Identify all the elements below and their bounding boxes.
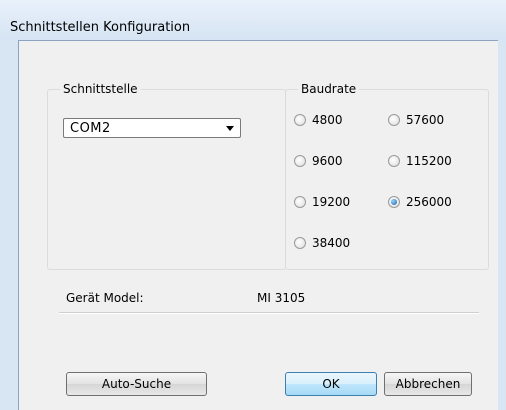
baudrate-radio-256000[interactable]: 256000 <box>388 194 452 210</box>
baudrate-radio-57600[interactable]: 57600 <box>388 112 444 128</box>
radio-button-icon[interactable] <box>388 114 400 126</box>
baudrate-radio-label: 4800 <box>312 113 343 127</box>
radio-button-icon[interactable] <box>294 114 306 126</box>
title-bar[interactable]: Schnittstellen Konfiguration <box>0 0 506 40</box>
interface-group-legend: Schnittstelle <box>60 82 141 96</box>
baudrate-radio-label: 256000 <box>406 195 452 209</box>
baudrate-radio-label: 19200 <box>312 195 351 209</box>
radio-button-icon[interactable] <box>294 196 306 208</box>
radio-button-icon[interactable] <box>388 155 400 167</box>
dialog-window: Schnittstellen Konfiguration Schnittstel… <box>0 0 506 410</box>
baudrate-group-legend: Baudrate <box>298 82 360 96</box>
auto-search-button[interactable]: Auto-Suche <box>66 372 207 396</box>
baudrate-radio-label: 9600 <box>312 154 343 168</box>
ok-button[interactable]: OK <box>285 372 377 396</box>
window-title: Schnittstellen Konfiguration <box>10 20 191 35</box>
device-model-label: Gerät Model: <box>66 291 144 305</box>
radio-button-checked-icon[interactable] <box>388 196 400 208</box>
baudrate-radio-label: 57600 <box>406 113 445 127</box>
baudrate-radio-9600[interactable]: 9600 <box>294 153 343 169</box>
radio-button-icon[interactable] <box>294 237 306 249</box>
baudrate-radio-115200[interactable]: 115200 <box>388 153 452 169</box>
chevron-down-icon[interactable] <box>226 126 234 131</box>
interface-group: Schnittstelle COM2 <box>47 82 286 270</box>
port-combobox-value: COM2 <box>70 121 111 136</box>
dialog-client-area: Schnittstelle COM2 Baudrate 4800 57600 9… <box>18 40 498 410</box>
separator-line <box>59 312 479 314</box>
baudrate-radio-label: 38400 <box>312 236 351 250</box>
port-combobox[interactable]: COM2 <box>63 118 241 138</box>
baudrate-radio-label: 115200 <box>406 154 452 168</box>
baudrate-group: Baudrate 4800 57600 9600 115200 19200 25… <box>285 82 489 270</box>
baudrate-radio-4800[interactable]: 4800 <box>294 112 343 128</box>
cancel-button[interactable]: Abbrechen <box>384 372 472 396</box>
device-model-value: MI 3105 <box>257 291 306 305</box>
radio-button-icon[interactable] <box>294 155 306 167</box>
baudrate-radio-38400[interactable]: 38400 <box>294 235 350 251</box>
baudrate-radio-19200[interactable]: 19200 <box>294 194 350 210</box>
